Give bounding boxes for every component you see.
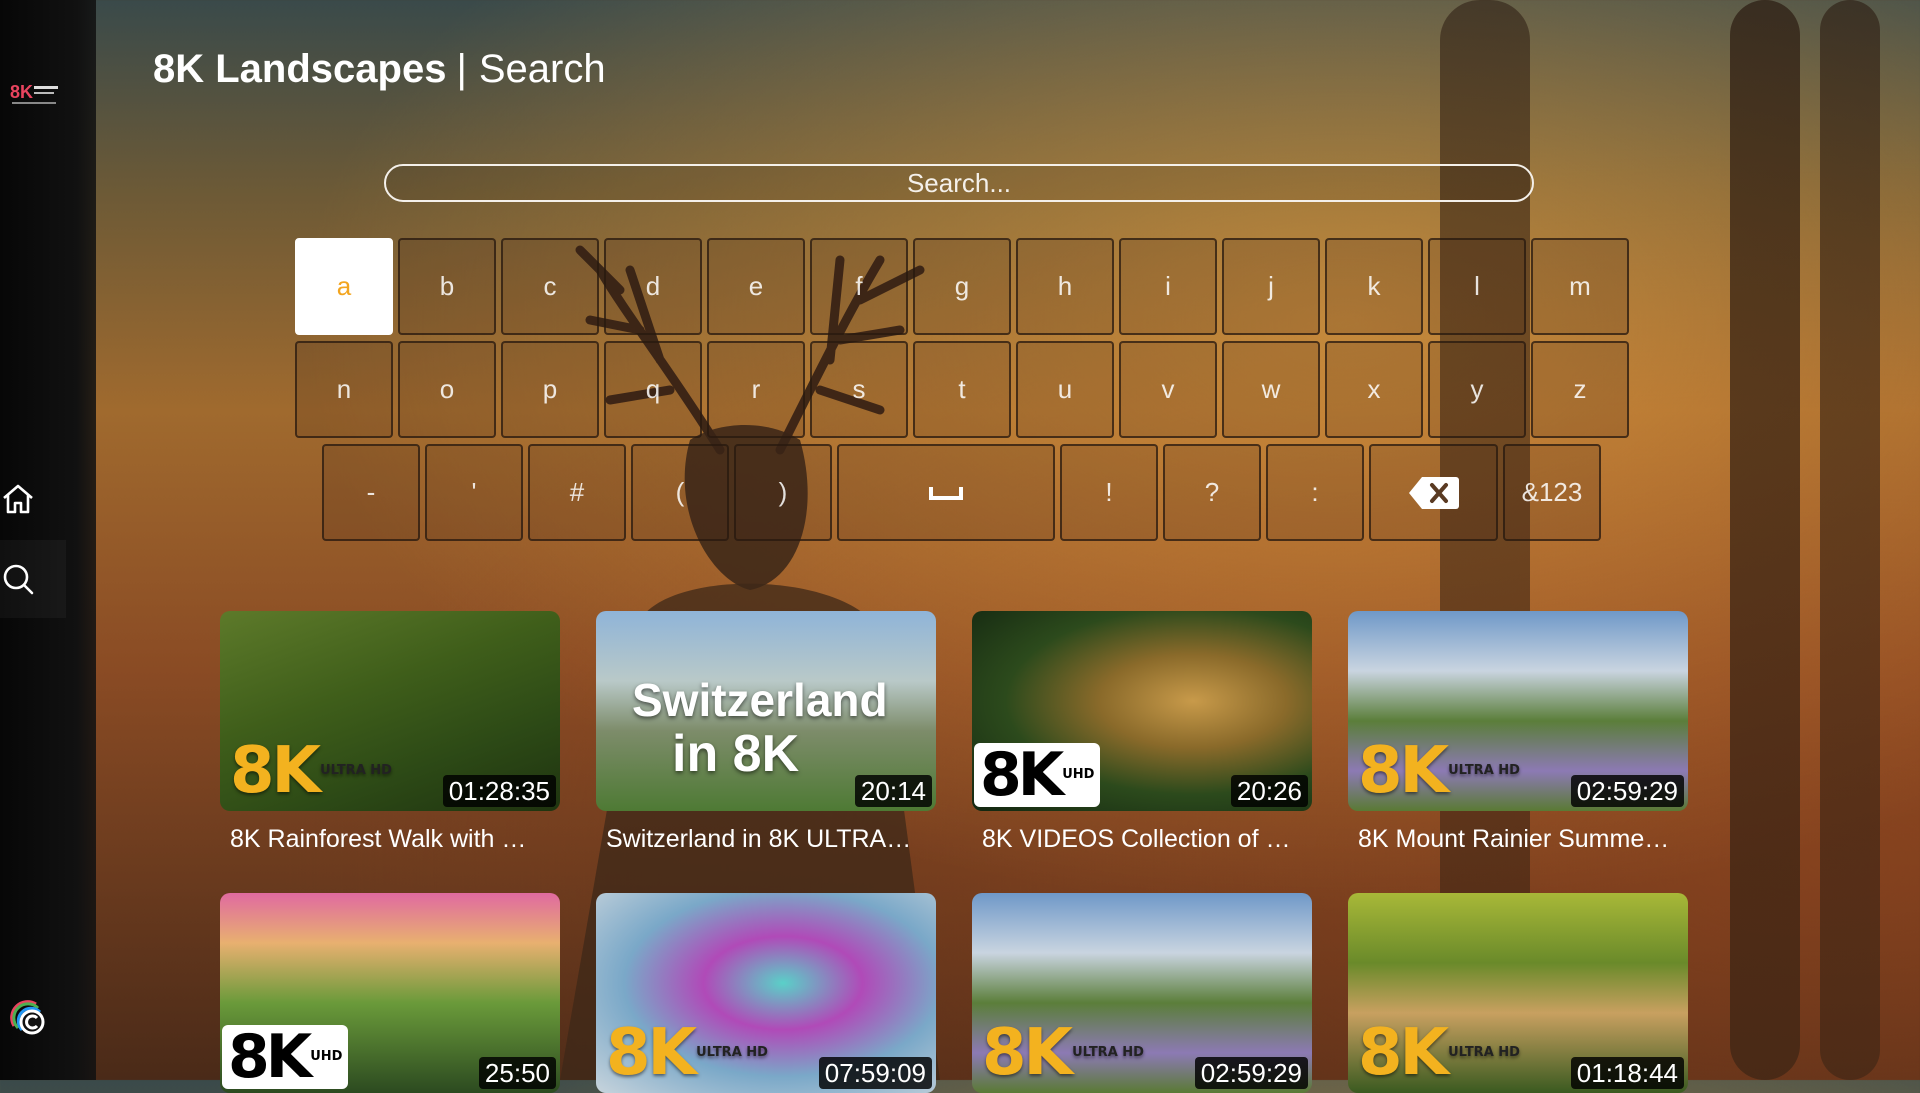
video-duration: 07:59:09 xyxy=(818,1057,932,1089)
key-v[interactable]: v xyxy=(1119,341,1217,438)
key-t[interactable]: t xyxy=(913,341,1011,438)
8k-badge: 8K ULTRA HD xyxy=(982,1016,1144,1090)
key-a[interactable]: a xyxy=(295,238,393,335)
video-card-4[interactable]: 8K ULTRA HD 02:59:29 xyxy=(1348,611,1688,811)
video-title: 8K Mount Rainier Summe… xyxy=(1358,825,1670,853)
key-symbols[interactable]: &123 xyxy=(1503,444,1601,541)
key-y[interactable]: y xyxy=(1428,341,1526,438)
key-o[interactable]: o xyxy=(398,341,496,438)
key-p[interactable]: p xyxy=(501,341,599,438)
thumbnail-title-overlay: Switzerland in 8K xyxy=(632,674,888,783)
key-hash[interactable]: # xyxy=(528,444,626,541)
key-dash[interactable]: - xyxy=(322,444,420,541)
page-title: 8K Landscapes | Search xyxy=(153,44,606,94)
video-duration: 20:26 xyxy=(1230,775,1308,807)
svg-text:8K: 8K xyxy=(10,82,33,102)
video-duration: 25:50 xyxy=(478,1057,556,1089)
sidebar-item-search[interactable] xyxy=(0,540,66,618)
brand-c-icon xyxy=(10,1000,45,1035)
8k-badge: 8K ULTRA HD xyxy=(606,1016,768,1090)
8k-badge: 8K ULTRA HD xyxy=(1358,734,1520,808)
backspace-icon xyxy=(1408,476,1459,509)
sidebar: 8K xyxy=(0,0,96,1080)
search-input[interactable] xyxy=(384,164,1534,202)
video-duration: 02:59:29 xyxy=(1570,775,1684,807)
video-card-7[interactable]: 8K ULTRA HD 02:59:29 xyxy=(972,893,1312,1093)
key-h[interactable]: h xyxy=(1016,238,1114,335)
key-l[interactable]: l xyxy=(1428,238,1526,335)
app-name: 8K Landscapes xyxy=(153,47,447,91)
key-w[interactable]: w xyxy=(1222,341,1320,438)
key-c[interactable]: c xyxy=(501,238,599,335)
search-icon xyxy=(3,564,34,595)
key-u[interactable]: u xyxy=(1016,341,1114,438)
key-i[interactable]: i xyxy=(1119,238,1217,335)
key-k[interactable]: k xyxy=(1325,238,1423,335)
key-z[interactable]: z xyxy=(1531,341,1629,438)
key-close-paren[interactable]: ) xyxy=(734,444,832,541)
key-x[interactable]: x xyxy=(1325,341,1423,438)
key-open-paren[interactable]: ( xyxy=(631,444,729,541)
video-duration: 01:18:44 xyxy=(1570,1057,1684,1089)
key-m[interactable]: m xyxy=(1531,238,1629,335)
video-card-3[interactable]: 8K UHD 20:26 xyxy=(972,611,1312,811)
key-colon[interactable]: : xyxy=(1266,444,1364,541)
key-exclamation[interactable]: ! xyxy=(1060,444,1158,541)
key-f[interactable]: f xyxy=(810,238,908,335)
8k-badge: 8K ULTRA HD xyxy=(1358,1016,1520,1090)
video-duration: 02:59:29 xyxy=(1194,1057,1308,1089)
key-e[interactable]: e xyxy=(707,238,805,335)
key-n[interactable]: n xyxy=(295,341,393,438)
key-j[interactable]: j xyxy=(1222,238,1320,335)
video-card-2[interactable]: Switzerland in 8K 20:14 xyxy=(596,611,936,811)
key-backspace[interactable] xyxy=(1369,444,1498,541)
8k-badge: 8K UHD xyxy=(974,743,1101,807)
section-name: Search xyxy=(478,47,606,91)
app-logo: 8K xyxy=(10,82,58,104)
key-q[interactable]: q xyxy=(604,341,702,438)
video-card-8[interactable]: 8K ULTRA HD 01:18:44 xyxy=(1348,893,1688,1093)
video-title: 8K Rainforest Walk with … xyxy=(230,825,527,853)
video-title: Switzerland in 8K ULTRA… xyxy=(606,825,912,853)
video-card-6[interactable]: 8K ULTRA HD 07:59:09 xyxy=(596,893,936,1093)
key-g[interactable]: g xyxy=(913,238,1011,335)
sidebar-item-home[interactable] xyxy=(0,460,66,538)
video-title: 8K VIDEOS Collection of … xyxy=(982,825,1291,853)
space-icon xyxy=(929,486,963,500)
key-space[interactable] xyxy=(837,444,1055,541)
key-s[interactable]: s xyxy=(810,341,908,438)
video-card-1[interactable]: 8K ULTRA HD 01:28:35 xyxy=(220,611,560,811)
title-separator: | xyxy=(456,47,467,91)
video-duration: 20:14 xyxy=(854,775,932,807)
key-apostrophe[interactable]: ' xyxy=(425,444,523,541)
8k-badge: 8K UHD xyxy=(222,1025,349,1089)
key-r[interactable]: r xyxy=(707,341,805,438)
video-duration: 01:28:35 xyxy=(442,775,556,807)
home-icon xyxy=(3,484,33,514)
key-d[interactable]: d xyxy=(604,238,702,335)
key-b[interactable]: b xyxy=(398,238,496,335)
8k-badge: 8K ULTRA HD xyxy=(230,734,392,808)
key-question[interactable]: ? xyxy=(1163,444,1261,541)
video-card-5[interactable]: 8K UHD 25:50 xyxy=(220,893,560,1093)
